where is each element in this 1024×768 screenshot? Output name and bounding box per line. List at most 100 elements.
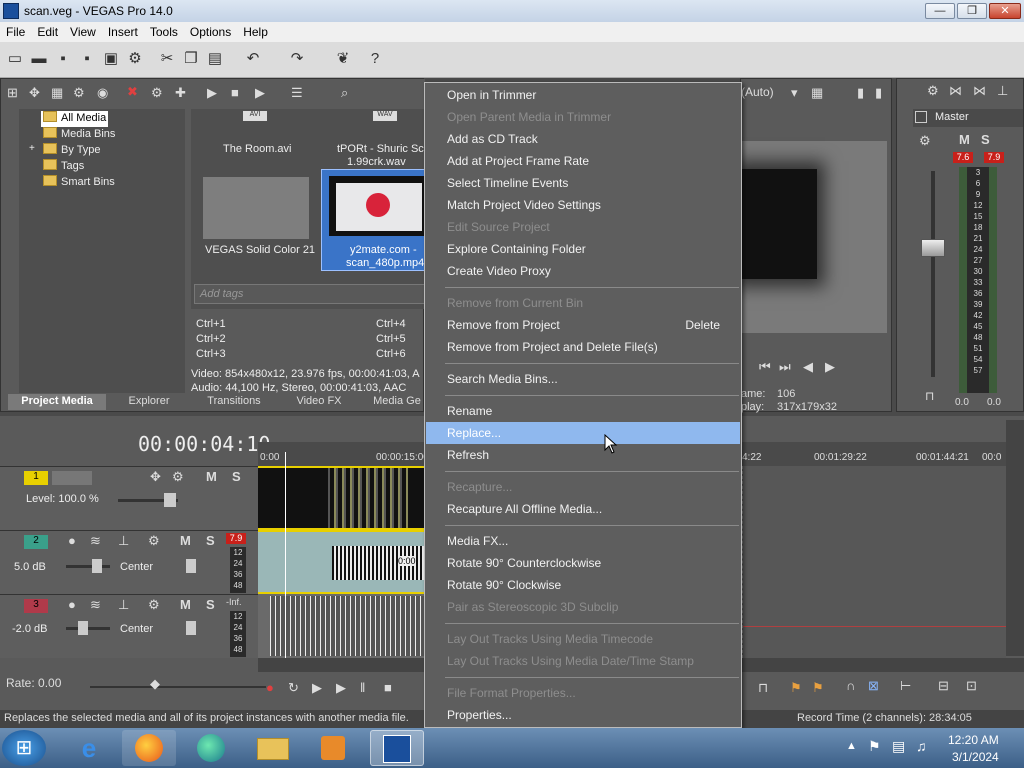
track-2-invert-icon[interactable]: ≋	[90, 533, 101, 549]
media-fx-icon[interactable]: ⚙	[151, 85, 163, 101]
media-item-the-room[interactable]: The Room.avi	[223, 143, 291, 155]
lock-envelopes-icon[interactable]: ⊓	[758, 680, 768, 696]
track-2-volume-slider[interactable]	[66, 565, 110, 568]
search-icon[interactable]: ⌕	[341, 85, 348, 101]
selection-tool-icon[interactable]: ⊡	[966, 678, 977, 694]
firefox-icon[interactable]	[122, 730, 176, 766]
new-project-icon[interactable]: ▭	[6, 50, 24, 68]
menu-item-search-bins[interactable]: Search Media Bins...	[426, 368, 740, 390]
menu-item-replace[interactable]: Replace...	[426, 422, 740, 444]
track-3-pan-icon[interactable]: ⊥	[118, 597, 129, 613]
clock-date[interactable]: 3/1/2024	[952, 750, 999, 764]
pause-icon[interactable]: ‖	[360, 680, 365, 695]
internet-explorer-icon[interactable]: e	[62, 730, 116, 766]
menu-item-remove-from-project[interactable]: Remove from Project Delete	[426, 314, 740, 336]
track-1-name-field[interactable]	[52, 471, 92, 485]
next-frame-icon[interactable]: ⏭	[779, 359, 791, 375]
tree-item-tags[interactable]: Tags	[43, 159, 84, 175]
track-1-header[interactable]: 1 ✥ ⚙ M S Level: 100.0 %	[0, 466, 258, 530]
master-route-icon[interactable]: ⊥	[997, 83, 1008, 99]
record-icon[interactable]: ●	[266, 680, 274, 695]
region-icon[interactable]: ⚑	[812, 680, 824, 696]
overlay-grid-icon[interactable]: ▦	[811, 85, 823, 101]
track-2-solo[interactable]: S	[206, 533, 215, 548]
snapping-icon[interactable]: ∩	[846, 678, 855, 693]
menu-insert[interactable]: Insert	[102, 22, 144, 39]
step-back-icon[interactable]: ◀	[803, 359, 813, 375]
track-3-volume-thumb[interactable]	[78, 621, 88, 635]
tree-item-by-type[interactable]: By Type	[43, 143, 101, 159]
menu-item-add-at-frame-rate[interactable]: Add at Project Frame Rate	[426, 150, 740, 172]
import-media-icon[interactable]: ⊞	[7, 85, 18, 101]
tab-video-fx[interactable]: Video FX	[286, 394, 352, 410]
stop-icon[interactable]: ■	[231, 85, 239, 100]
track-3-pan-thumb[interactable]	[186, 621, 196, 635]
tree-item-all-media[interactable]: All Media	[41, 111, 109, 127]
preview-quality-dropdown[interactable]: (Auto)	[741, 85, 774, 99]
track-2-pan-icon[interactable]: ⊥	[118, 533, 129, 549]
render-icon[interactable]: ▣	[102, 50, 120, 68]
media-item-solid-color[interactable]: VEGAS Solid Color 21	[205, 244, 315, 256]
add-tags-input[interactable]: Add tags	[194, 284, 425, 304]
master-gear-icon[interactable]: ⚙	[927, 83, 939, 99]
file-explorer-icon[interactable]	[246, 730, 300, 766]
track-2-gear-icon[interactable]: ⚙	[148, 533, 160, 549]
master-fx-icon[interactable]: ⋈	[973, 83, 986, 99]
menu-item-rename[interactable]: Rename	[426, 400, 740, 422]
tree-expand-icon[interactable]: +	[29, 143, 35, 159]
rate-thumb-icon[interactable]: ◆	[150, 676, 160, 692]
copy-snapshot-icon[interactable]: ▮	[857, 85, 864, 101]
track-1-video-event[interactable]	[258, 466, 424, 530]
views-icon[interactable]: ☰	[291, 85, 303, 101]
tab-transitions[interactable]: Transitions	[198, 394, 270, 410]
media-gear-icon[interactable]: ⚙	[73, 85, 85, 101]
play-from-start-icon[interactable]: ▶	[312, 680, 322, 696]
remove-icon[interactable]: ✖	[127, 84, 138, 100]
menu-item-create-proxy[interactable]: Create Video Proxy	[426, 260, 740, 282]
web-icon[interactable]: ◉	[97, 85, 108, 101]
track-2-volume-thumb[interactable]	[92, 559, 102, 573]
menu-item-refresh[interactable]: Refresh	[426, 444, 740, 466]
menu-item-properties[interactable]: Properties...	[426, 704, 740, 726]
vegas-taskbar-icon[interactable]	[370, 730, 424, 766]
save-icon[interactable]: ▪	[54, 50, 72, 68]
track-1-gear-icon[interactable]: ⚙	[172, 469, 184, 485]
transport-play-icon[interactable]: ▶	[336, 680, 346, 696]
master-fader-handle[interactable]	[921, 239, 945, 257]
master-solo[interactable]: S	[981, 132, 990, 147]
menu-item-media-fx[interactable]: Media FX...	[426, 530, 740, 552]
menu-view[interactable]: View	[64, 22, 102, 39]
undo-icon[interactable]: ↶	[244, 50, 262, 68]
menu-item-rotate-ccw[interactable]: Rotate 90° Counterclockwise	[426, 552, 740, 574]
marker-icon[interactable]: ⚑	[790, 680, 802, 696]
menu-item-add-as-cd-track[interactable]: Add as CD Track	[426, 128, 740, 150]
timeline-vertical-scrollbar[interactable]	[1006, 420, 1024, 656]
volume-icon[interactable]: ♫	[916, 738, 927, 754]
cut-icon[interactable]: ✂	[158, 50, 176, 68]
menu-item-recapture-offline[interactable]: Recapture All Offline Media...	[426, 498, 740, 520]
tab-explorer[interactable]: Explorer	[118, 394, 180, 410]
tab-media-generators[interactable]: Media Ge	[370, 394, 424, 410]
track-2-mute[interactable]: M	[180, 533, 191, 548]
track-3-header[interactable]: 3 ● ≋ ⊥ ⚙ M S -Inf. -2.0 dB Center 12 24 3…	[0, 594, 258, 658]
master-pan-icon[interactable]: ⋈	[949, 83, 962, 99]
track-2-pan-thumb[interactable]	[186, 559, 196, 573]
auto-ripple-icon[interactable]: ⊠	[868, 678, 879, 694]
track-3-record-icon[interactable]: ●	[68, 597, 76, 612]
master-mute[interactable]: M	[959, 132, 970, 147]
envelope-edit-icon[interactable]: ⊟	[938, 678, 949, 694]
menu-tools[interactable]: Tools	[144, 22, 184, 39]
paste-icon[interactable]: ▤	[206, 50, 224, 68]
step-forward-icon[interactable]: ▶	[825, 359, 835, 375]
track-2-record-icon[interactable]: ●	[68, 533, 76, 548]
track-1-level-thumb[interactable]	[164, 493, 176, 507]
track-3-mute[interactable]: M	[180, 597, 191, 612]
menu-item-open-in-trimmer[interactable]: Open in Trimmer	[426, 84, 740, 106]
menu-edit[interactable]: Edit	[31, 22, 64, 39]
tree-item-smart-bins[interactable]: Smart Bins	[43, 175, 115, 191]
action-center-icon[interactable]: ⚑	[868, 738, 881, 755]
playhead-cursor[interactable]	[285, 452, 286, 658]
menu-item-match-video-settings[interactable]: Match Project Video Settings	[426, 194, 740, 216]
track-1-mute[interactable]: M	[206, 469, 217, 484]
menu-item-rotate-cw[interactable]: Rotate 90° Clockwise	[426, 574, 740, 596]
